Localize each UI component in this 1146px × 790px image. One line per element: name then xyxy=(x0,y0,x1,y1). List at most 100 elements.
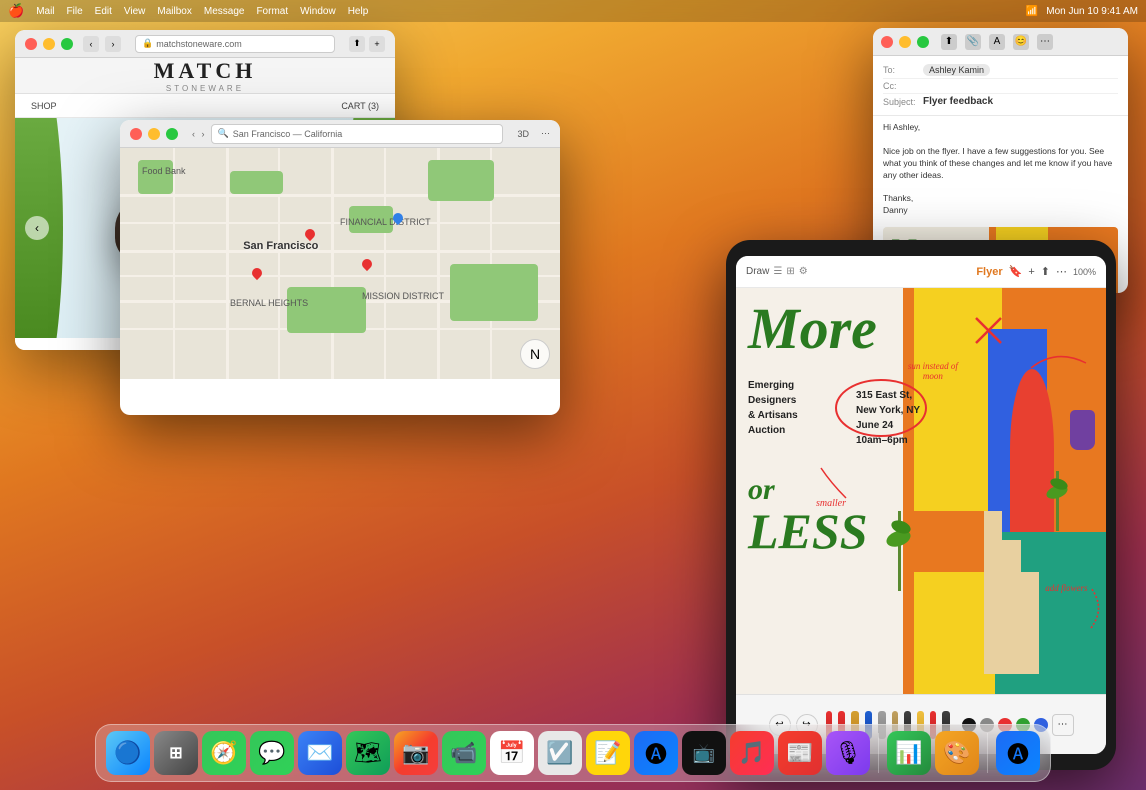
map-road xyxy=(120,250,560,253)
ipad-right-controls: Flyer 🔖 + ⬆ ⋯ 100% xyxy=(976,265,1096,278)
message-menu[interactable]: Message xyxy=(204,6,245,17)
maps-3d-button[interactable]: 3D xyxy=(517,129,529,139)
mail-maximize[interactable] xyxy=(917,36,929,48)
flyer-design: More Emerging Designers & Artisans Aucti… xyxy=(736,288,1106,694)
dock-finder[interactable]: 🔵 xyxy=(106,731,150,775)
map-district2-label: BERNAL HEIGHTS xyxy=(230,298,308,308)
search-icon: 🔍 xyxy=(218,128,229,139)
map-road xyxy=(331,148,334,379)
format-button[interactable]: A xyxy=(989,34,1005,50)
dock-news[interactable]: 📰 xyxy=(778,731,822,775)
edit-menu[interactable]: Edit xyxy=(95,6,112,17)
view-menu[interactable]: View xyxy=(124,6,146,17)
mail-close[interactable] xyxy=(881,36,893,48)
ipad-menu-icon[interactable]: ☰ xyxy=(773,266,782,277)
cart-link[interactable]: CART (3) xyxy=(341,101,379,111)
mail-body[interactable]: Hi Ashley, Nice job on the flyer. I have… xyxy=(873,116,1128,223)
subject-value[interactable]: Flyer feedback xyxy=(923,96,993,107)
maps-minimize[interactable] xyxy=(148,128,160,140)
more-colors-button[interactable]: ⋯ xyxy=(1052,714,1074,736)
ipad-draw-label: Draw xyxy=(746,266,769,277)
maps-maximize[interactable] xyxy=(166,128,178,140)
notes-icon: 📝 xyxy=(594,740,621,766)
dock-music[interactable]: 🎵 xyxy=(730,731,774,775)
maps-options[interactable]: ⋯ xyxy=(541,128,550,139)
format-menu[interactable]: Format xyxy=(256,6,288,17)
map-road xyxy=(120,194,560,197)
maps-back[interactable]: ‹ xyxy=(192,129,195,139)
dock-messages[interactable]: 💬 xyxy=(250,731,294,775)
dock-podcasts[interactable]: 🎙 xyxy=(826,731,870,775)
flyer-stair1 xyxy=(984,511,1003,673)
dock-appstore[interactable]: 🅐 xyxy=(634,731,678,775)
new-tab-button[interactable]: + xyxy=(369,36,385,52)
cc-field[interactable]: Cc: xyxy=(883,79,1118,94)
dock-maps[interactable]: 🗺 xyxy=(346,731,390,775)
ipad-view-icon[interactable]: ⊞ xyxy=(786,266,794,277)
window-menu[interactable]: Window xyxy=(300,6,336,17)
numbers-icon: 📊 xyxy=(895,740,922,766)
map-park xyxy=(287,287,366,333)
close-button[interactable] xyxy=(25,38,37,50)
minimize-button[interactable] xyxy=(43,38,55,50)
maps-search-bar[interactable]: 🔍 San Francisco — California xyxy=(211,124,504,144)
map-park xyxy=(230,171,283,194)
maps-traffic-lights xyxy=(130,128,178,140)
emoji-button[interactable]: 😊 xyxy=(1013,34,1029,50)
map-district3-label: MISSION DISTRICT xyxy=(362,291,444,301)
share-button[interactable]: ⬆ xyxy=(349,36,365,52)
mail-icon: ✉️ xyxy=(306,740,333,766)
apple-menu[interactable]: 🍎 xyxy=(8,3,24,19)
more-button[interactable]: ⋯ xyxy=(1037,34,1053,50)
ipad-bookmark-icon[interactable]: 🔖 xyxy=(1009,265,1023,278)
ipad-share-icon[interactable]: ⬆ xyxy=(1041,265,1050,278)
dock-keynote[interactable]: 🎨 xyxy=(935,731,979,775)
site-nav: SHOP CART (3) xyxy=(15,94,395,118)
ipad-more-icon[interactable]: ⋯ xyxy=(1056,265,1067,278)
dock-safari[interactable]: 🧭 xyxy=(202,731,246,775)
dock-new-app[interactable]: 🅐 xyxy=(996,731,1040,775)
address1: 315 East St, xyxy=(856,390,912,401)
help-menu[interactable]: Help xyxy=(348,6,369,17)
dock-photos[interactable]: 📷 xyxy=(394,731,438,775)
send-button[interactable]: ⬆ xyxy=(941,34,957,50)
dock-notes[interactable]: 📝 xyxy=(586,731,630,775)
shop-link[interactable]: SHOP xyxy=(31,101,57,111)
ipad-add-icon[interactable]: + xyxy=(1028,266,1034,278)
prev-button[interactable]: ‹ xyxy=(25,216,49,240)
compass[interactable]: N xyxy=(520,339,550,369)
dock-numbers[interactable]: 📊 xyxy=(887,731,931,775)
dock-reminders[interactable]: ☑️ xyxy=(538,731,582,775)
time: 10am–6pm xyxy=(856,435,908,446)
maps-forward[interactable]: › xyxy=(202,129,205,139)
appletv-icon: 📺 xyxy=(693,743,715,764)
flowers-annotation: add flowers xyxy=(1045,583,1087,593)
flyer-less-block: LESS xyxy=(748,506,868,556)
mail-minimize[interactable] xyxy=(899,36,911,48)
mail-menu[interactable]: Mail xyxy=(36,6,54,17)
info-line4: Auction xyxy=(748,425,785,436)
flyer-bg-yellow2 xyxy=(914,572,995,694)
back-button[interactable]: ‹ xyxy=(83,36,99,52)
dock-mail[interactable]: ✉️ xyxy=(298,731,342,775)
maps-icon: 🗺 xyxy=(354,740,382,766)
maximize-button[interactable] xyxy=(61,38,73,50)
flyer-address-block: 315 East St, New York, NY June 24 10am–6… xyxy=(856,388,920,448)
file-menu[interactable]: File xyxy=(67,6,83,17)
forward-button[interactable]: › xyxy=(105,36,121,52)
maps-close[interactable] xyxy=(130,128,142,140)
ipad-settings-icon[interactable]: ⚙ xyxy=(799,266,808,277)
dock-appletv[interactable]: 📺 xyxy=(682,731,726,775)
recipient-tag[interactable]: Ashley Kamin xyxy=(923,64,990,76)
sun-annotation: sun instead of moon xyxy=(900,361,965,381)
lock-icon: 🔒 xyxy=(142,38,153,49)
attach-button[interactable]: 📎 xyxy=(965,34,981,50)
dock-calendar[interactable]: 📅 xyxy=(490,731,534,775)
dock-launchpad[interactable]: ⊞ xyxy=(154,731,198,775)
address-bar[interactable]: 🔒 matchstoneware.com xyxy=(135,35,335,53)
new-app-icon: 🅐 xyxy=(1007,737,1029,769)
dock-facetime[interactable]: 📹 xyxy=(442,731,486,775)
mailbox-menu[interactable]: Mailbox xyxy=(157,6,191,17)
mail-address-fields: To: Ashley Kamin Cc: Subject: Flyer feed… xyxy=(873,56,1128,116)
screen-menubar: 🍎 Mail File Edit View Mailbox Message Fo… xyxy=(0,0,1146,22)
